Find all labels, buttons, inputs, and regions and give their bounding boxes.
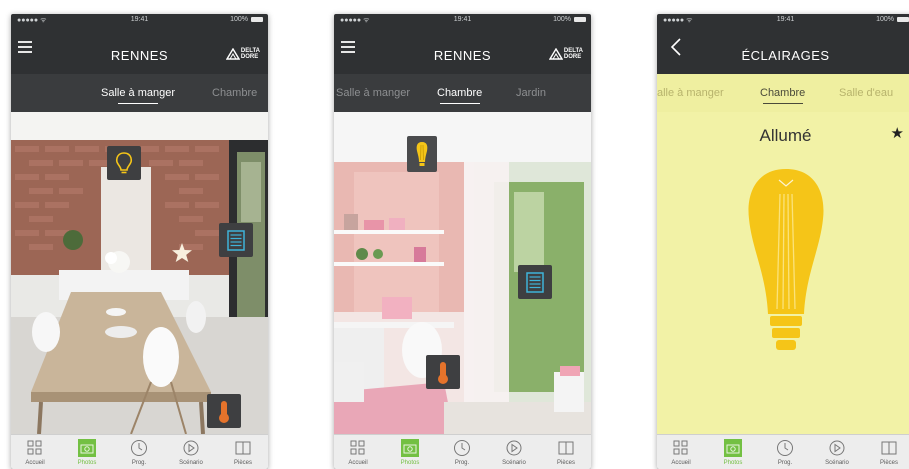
battery-percent: 100% xyxy=(230,16,248,23)
clock-icon xyxy=(454,440,470,456)
phone-screen-dining: ●●●●● ᯤ 19:41 100% RENNES DELTA DORE Sall… xyxy=(11,14,268,469)
tabbar-photos[interactable]: Photos xyxy=(67,435,107,469)
camera-icon xyxy=(401,439,419,457)
tabbar-pieces[interactable]: Pièces xyxy=(869,435,909,469)
camera-icon xyxy=(724,439,742,457)
status-bar: ●●●●● ᯤ 19:41 100% xyxy=(11,14,268,26)
clock-icon xyxy=(777,440,793,456)
light-device-button[interactable] xyxy=(107,146,141,180)
play-icon xyxy=(829,440,845,456)
tab-chambre[interactable]: Chambre xyxy=(760,74,805,112)
bottom-tab-bar: Accueil Photos Prog. Scénario Pièces xyxy=(657,434,909,469)
door-icon xyxy=(881,441,897,455)
battery-icon xyxy=(251,17,263,22)
status-time: 19:41 xyxy=(776,16,795,23)
tab-chambre[interactable]: Chambre xyxy=(437,74,482,112)
shutter-icon xyxy=(526,272,544,293)
tabbar-accueil[interactable]: Accueil xyxy=(661,435,701,469)
heating-device-button[interactable] xyxy=(207,394,241,428)
grid-icon xyxy=(350,440,365,455)
tabbar-pieces[interactable]: Pièces xyxy=(546,435,586,469)
battery-icon xyxy=(574,17,586,22)
tabbar-accueil[interactable]: Accueil xyxy=(15,435,55,469)
camera-icon xyxy=(78,439,96,457)
tabbar-prog[interactable]: Prog. xyxy=(119,435,159,469)
shutter-device-button[interactable] xyxy=(518,265,552,299)
battery-icon xyxy=(897,17,909,22)
door-icon xyxy=(235,441,251,455)
delta-dore-logo: DELTA DORE xyxy=(548,47,583,61)
tab-salle-d-eau[interactable]: Salle d'eau xyxy=(839,74,893,112)
phone-screen-bedroom: ●●●●● ᯤ 19:41 100% RENNES DELTA DORE Sall… xyxy=(334,14,591,469)
tab-salle-a-manger[interactable]: Salle à manger xyxy=(336,74,410,112)
tabbar-photos[interactable]: Photos xyxy=(390,435,430,469)
clock-icon xyxy=(131,440,147,456)
tab-chambre[interactable]: Chambre xyxy=(212,74,257,112)
tabbar-scenario[interactable]: Scénario xyxy=(494,435,534,469)
light-device-button[interactable] xyxy=(407,136,437,172)
light-state-label: Allumé xyxy=(759,126,812,145)
bottom-tab-bar: Accueil Photos Prog. Scénario Pièces xyxy=(11,434,268,469)
tabbar-accueil[interactable]: Accueil xyxy=(338,435,378,469)
bulb-filled-icon xyxy=(416,142,428,166)
room-photo-bedroom xyxy=(334,112,591,434)
logo-icon xyxy=(225,48,240,60)
tab-salle-a-manger[interactable]: Salle à manger xyxy=(101,74,175,112)
thermometer-icon xyxy=(438,362,448,384)
tabbar-prog[interactable]: Prog. xyxy=(442,435,482,469)
tabbar-scenario[interactable]: Scénario xyxy=(171,435,211,469)
grid-icon xyxy=(673,440,688,455)
phone-screen-lighting: ●●●●● ᯤ 19:41 100% ÉCLAIRAGES alle à man… xyxy=(657,14,909,469)
grid-icon xyxy=(27,440,42,455)
play-icon xyxy=(506,440,522,456)
tab-salle-a-manger[interactable]: alle à manger xyxy=(657,74,724,112)
bottom-tab-bar: Accueil Photos Prog. Scénario Pièces xyxy=(334,434,591,469)
status-bar: ●●●●● ᯤ 19:41 100% xyxy=(657,14,909,26)
battery-percent: 100% xyxy=(876,16,894,23)
heating-device-button[interactable] xyxy=(426,355,460,389)
lamp-toggle-bulb-icon[interactable] xyxy=(741,164,831,364)
shutter-device-button[interactable] xyxy=(219,223,253,257)
tab-jardin[interactable]: Jardin xyxy=(516,74,546,112)
tabbar-photos[interactable]: Photos xyxy=(713,435,753,469)
logo-icon xyxy=(548,48,563,60)
shutter-icon xyxy=(227,230,245,251)
room-tabs: alle à manger Chambre Salle d'eau xyxy=(657,74,909,112)
delta-dore-logo: DELTA DORE xyxy=(225,47,260,61)
room-tabs: Salle à manger Chambre Jardin xyxy=(334,74,591,112)
favorite-star-icon[interactable]: ★ xyxy=(891,124,904,142)
status-bar: ●●●●● ᯤ 19:41 100% xyxy=(334,14,591,26)
room-photo-dining xyxy=(11,112,268,434)
page-title: ÉCLAIRAGES xyxy=(741,48,830,63)
battery-percent: 100% xyxy=(553,16,571,23)
bulb-outline-icon xyxy=(115,152,133,174)
star-icon xyxy=(171,242,192,262)
tabbar-prog[interactable]: Prog. xyxy=(765,435,805,469)
room-tabs: Salle à manger Chambre xyxy=(11,74,268,112)
thermometer-icon xyxy=(219,401,229,423)
play-icon xyxy=(183,440,199,456)
tabbar-scenario[interactable]: Scénario xyxy=(817,435,857,469)
door-icon xyxy=(558,441,574,455)
tabbar-pieces[interactable]: Pièces xyxy=(223,435,263,469)
